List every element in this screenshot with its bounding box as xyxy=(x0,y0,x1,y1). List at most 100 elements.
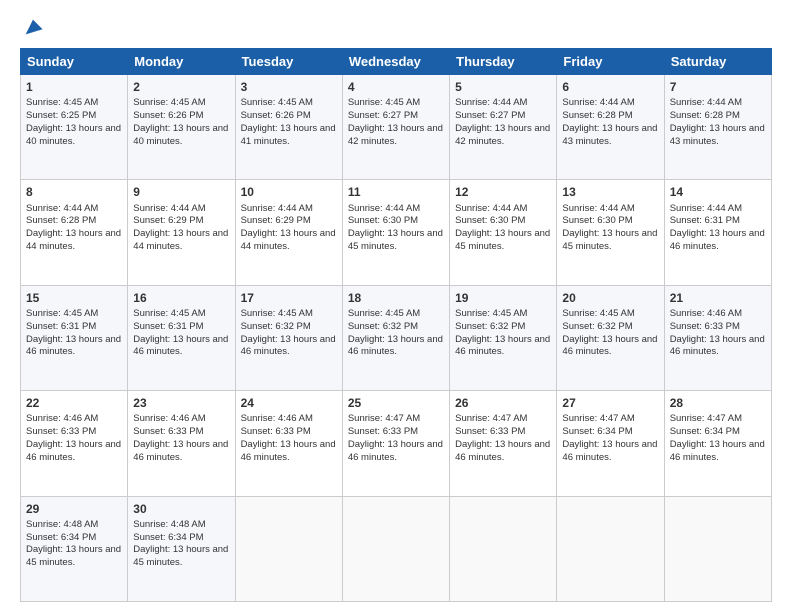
sunrise-text: Sunrise: 4:45 AM xyxy=(562,308,634,319)
daylight-text: Daylight: 13 hours and 46 minutes. xyxy=(455,334,550,358)
daylight-text: Daylight: 13 hours and 46 minutes. xyxy=(348,334,443,358)
daylight-text: Daylight: 13 hours and 42 minutes. xyxy=(455,123,550,147)
calendar-cell: 30 Sunrise: 4:48 AM Sunset: 6:34 PMDayligh… xyxy=(128,496,235,601)
daylight-text: Daylight: 13 hours and 43 minutes. xyxy=(562,123,657,147)
sunset-text: Sunset: 6:32 PM xyxy=(562,321,632,332)
day-number: 27 xyxy=(562,395,658,411)
calendar-cell xyxy=(557,496,664,601)
sunset-text: Sunset: 6:28 PM xyxy=(26,215,96,226)
daylight-text: Daylight: 13 hours and 45 minutes. xyxy=(455,228,550,252)
daylight-text: Daylight: 13 hours and 46 minutes. xyxy=(26,439,121,463)
day-number: 17 xyxy=(241,290,337,306)
sunrise-text: Sunrise: 4:45 AM xyxy=(241,308,313,319)
day-number: 23 xyxy=(133,395,229,411)
daylight-text: Daylight: 13 hours and 46 minutes. xyxy=(241,334,336,358)
sunrise-text: Sunrise: 4:47 AM xyxy=(348,413,420,424)
page-header xyxy=(20,16,772,38)
sunrise-text: Sunrise: 4:47 AM xyxy=(562,413,634,424)
day-number: 2 xyxy=(133,79,229,95)
calendar-table: SundayMondayTuesdayWednesdayThursdayFrid… xyxy=(20,48,772,602)
day-number: 30 xyxy=(133,501,229,517)
calendar-cell: 27Sunrise: 4:47 AMSunset: 6:34 PMDayligh… xyxy=(557,391,664,496)
sunrise-text: Sunrise: 4:45 AM xyxy=(26,97,98,108)
sunset-text: Sunset: 6:32 PM xyxy=(241,321,311,332)
sunset-text: Sunset: 6:28 PM xyxy=(562,110,632,121)
sunset-text: Sunset: 6:34 PM xyxy=(670,426,740,437)
logo-icon xyxy=(22,16,44,38)
day-number: 19 xyxy=(455,290,551,306)
daylight-text: Daylight: 13 hours and 40 minutes. xyxy=(26,123,121,147)
sunrise-text: Sunrise: 4:47 AM xyxy=(455,413,527,424)
day-number: 1 xyxy=(26,79,122,95)
sunset-text: Sunset: 6:30 PM xyxy=(562,215,632,226)
calendar-cell: 23Sunrise: 4:46 AMSunset: 6:33 PMDayligh… xyxy=(128,391,235,496)
calendar-cell xyxy=(342,496,449,601)
logo xyxy=(20,16,44,38)
day-number: 21 xyxy=(670,290,766,306)
sunrise-text: Sunrise: 4:44 AM xyxy=(241,203,313,214)
sunset-text: Sunset: 6:27 PM xyxy=(455,110,525,121)
calendar-cell: 5Sunrise: 4:44 AMSunset: 6:27 PMDaylight… xyxy=(450,75,557,180)
daylight-text: Daylight: 13 hours and 46 minutes. xyxy=(670,439,765,463)
sunrise-text: Sunrise: 4:45 AM xyxy=(133,308,205,319)
sunrise-text: Sunrise: 4:48 AM xyxy=(133,519,205,530)
sunrise-text: Sunrise: 4:46 AM xyxy=(241,413,313,424)
sunset-text: Sunset: 6:31 PM xyxy=(670,215,740,226)
sunrise-text: Sunrise: 4:44 AM xyxy=(455,203,527,214)
daylight-text: Daylight: 13 hours and 46 minutes. xyxy=(348,439,443,463)
calendar-cell: 15Sunrise: 4:45 AMSunset: 6:31 PMDayligh… xyxy=(21,285,128,390)
sunset-text: Sunset: 6:29 PM xyxy=(241,215,311,226)
calendar-cell: 18Sunrise: 4:45 AMSunset: 6:32 PMDayligh… xyxy=(342,285,449,390)
daylight-text: Daylight: 13 hours and 40 minutes. xyxy=(133,123,228,147)
sunset-text: Sunset: 6:30 PM xyxy=(455,215,525,226)
day-number: 20 xyxy=(562,290,658,306)
daylight-text: Daylight: 13 hours and 45 minutes. xyxy=(26,544,121,568)
day-number: 29 xyxy=(26,501,122,517)
calendar-cell: 28 Sunrise: 4:47 AM Sunset: 6:34 PM Dayligh… xyxy=(664,391,771,496)
sunset-text: Sunset: 6:33 PM xyxy=(455,426,525,437)
daylight-text: Daylight: 13 hours and 45 minutes. xyxy=(348,228,443,252)
sunset-text: Sunset: 6:25 PM xyxy=(26,110,96,121)
sunrise-text: Sunrise: 4:44 AM xyxy=(26,203,98,214)
day-number: 28 xyxy=(670,395,766,411)
sunset-text: Sunset: 6:34 PM xyxy=(133,532,203,543)
calendar-cell: 11Sunrise: 4:44 AMSunset: 6:30 PMDayligh… xyxy=(342,180,449,285)
sunset-text: Sunset: 6:27 PM xyxy=(348,110,418,121)
daylight-text: Daylight: 13 hours and 46 minutes. xyxy=(670,334,765,358)
sunrise-text: Sunrise: 4:44 AM xyxy=(133,203,205,214)
logo-text xyxy=(20,16,44,38)
daylight-text: Daylight: 13 hours and 44 minutes. xyxy=(133,228,228,252)
day-number: 5 xyxy=(455,79,551,95)
calendar-cell: 3Sunrise: 4:45 AMSunset: 6:26 PMDaylight… xyxy=(235,75,342,180)
sunset-text: Sunset: 6:33 PM xyxy=(348,426,418,437)
daylight-text: Daylight: 13 hours and 43 minutes. xyxy=(670,123,765,147)
calendar-cell: 6Sunrise: 4:44 AMSunset: 6:28 PMDaylight… xyxy=(557,75,664,180)
weekday-header: Monday xyxy=(128,49,235,75)
calendar-cell: 4Sunrise: 4:45 AMSunset: 6:27 PMDaylight… xyxy=(342,75,449,180)
weekday-header: Friday xyxy=(557,49,664,75)
sunset-text: Sunset: 6:29 PM xyxy=(133,215,203,226)
daylight-text: Daylight: 13 hours and 46 minutes. xyxy=(133,334,228,358)
sunrise-text: Sunrise: 4:45 AM xyxy=(241,97,313,108)
sunset-text: Sunset: 6:34 PM xyxy=(26,532,96,543)
daylight-text: Daylight: 13 hours and 45 minutes. xyxy=(133,544,228,568)
sunrise-text: Sunrise: 4:45 AM xyxy=(26,308,98,319)
sunrise-text: Sunrise: 4:45 AM xyxy=(133,97,205,108)
weekday-header: Wednesday xyxy=(342,49,449,75)
calendar-week-row: 8Sunrise: 4:44 AMSunset: 6:28 PMDaylight… xyxy=(21,180,772,285)
day-number: 22 xyxy=(26,395,122,411)
weekday-header: Thursday xyxy=(450,49,557,75)
sunrise-text: Sunrise: 4:47 AM xyxy=(670,413,742,424)
daylight-text: Daylight: 13 hours and 44 minutes. xyxy=(26,228,121,252)
calendar-cell: 29Sunrise: 4:48 AMSunset: 6:34 PMDayligh… xyxy=(21,496,128,601)
calendar-cell: 12Sunrise: 4:44 AMSunset: 6:30 PMDayligh… xyxy=(450,180,557,285)
calendar-cell: 17 Sunrise: 4:45 AM Sunset: 6:32 PM Dayligh… xyxy=(235,285,342,390)
calendar-cell xyxy=(450,496,557,601)
daylight-text: Daylight: 13 hours and 46 minutes. xyxy=(133,439,228,463)
day-number: 13 xyxy=(562,184,658,200)
daylight-text: Daylight: 13 hours and 46 minutes. xyxy=(26,334,121,358)
calendar-cell: 14Sunrise: 4:44 AMSunset: 6:31 PMDayligh… xyxy=(664,180,771,285)
daylight-text: Daylight: 13 hours and 45 minutes. xyxy=(562,228,657,252)
day-number: 11 xyxy=(348,184,444,200)
calendar-cell: 8Sunrise: 4:44 AMSunset: 6:28 PMDaylight… xyxy=(21,180,128,285)
